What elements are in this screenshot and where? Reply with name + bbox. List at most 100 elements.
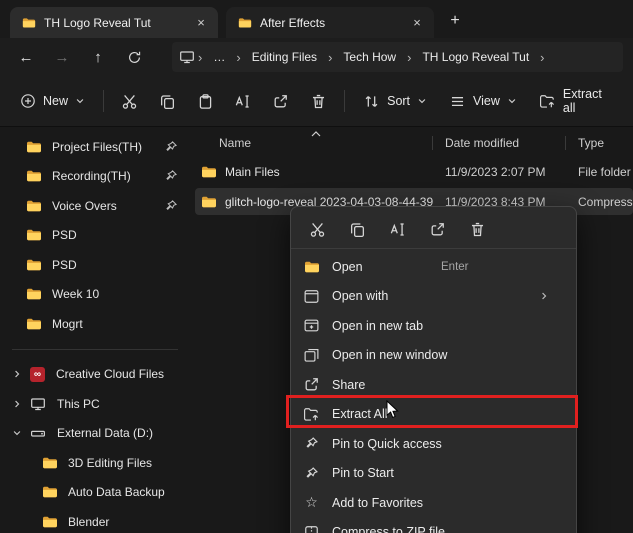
pin-icon <box>164 140 178 154</box>
delete-button[interactable] <box>300 84 336 118</box>
mouse-cursor-icon <box>386 400 399 419</box>
folder-icon <box>26 286 42 302</box>
breadcrumb-item-editing-files[interactable]: Editing Files <box>245 47 324 67</box>
menu-item-open-with[interactable]: Open with <box>291 282 576 312</box>
pin-glyph <box>304 436 319 451</box>
chevron-right-glyph <box>12 399 22 409</box>
chevron-down-icon[interactable] <box>10 426 24 440</box>
back-button[interactable]: ← <box>10 42 42 72</box>
chevron-right-icon[interactable] <box>10 367 24 381</box>
close-tab-icon[interactable]: × <box>192 14 210 32</box>
sidebar-item-week-10[interactable]: Week 10 <box>4 280 186 310</box>
copy-icon <box>159 93 176 110</box>
file-row-main-files[interactable]: Main Files 11/9/2023 2:07 PM File folder <box>195 158 633 185</box>
menu-item-open-in-new-tab[interactable]: Open in new tab <box>291 311 576 341</box>
sidebar-item-blender[interactable]: Blender <box>4 507 186 533</box>
menu-item-add-to-favorites[interactable]: ☆ Add to Favorites <box>291 488 576 518</box>
sidebar-item-label: 3D Editing Files <box>68 456 178 470</box>
file-explorer-window: TH Logo Reveal Tut × After Effects × + ←… <box>0 0 633 533</box>
command-bar: New Sort View <box>0 76 633 127</box>
sidebar-item-creative-cloud-files[interactable]: ∞ Creative Cloud Files <box>4 360 186 390</box>
sidebar-item-external-data-d[interactable]: External Data (D:) <box>4 419 186 449</box>
forward-button[interactable]: → <box>46 42 78 72</box>
close-tab-icon[interactable]: × <box>408 14 426 32</box>
navigation-pane: Project Files(TH) Recording(TH) Voice Ov… <box>0 128 190 533</box>
up-button[interactable]: ↑ <box>82 42 114 72</box>
new-window-glyph <box>303 347 320 364</box>
sidebar-item-psd-2[interactable]: PSD <box>4 250 186 280</box>
chevron-right-glyph <box>539 291 549 301</box>
tab-title: After Effects <box>260 16 400 30</box>
share-glyph <box>303 376 320 393</box>
breadcrumb-item-tech-how[interactable]: Tech How <box>336 47 403 67</box>
breadcrumb-separator: › <box>234 50 242 65</box>
sidebar-divider <box>12 349 178 350</box>
sidebar-item-voice-overs[interactable]: Voice Overs <box>4 191 186 221</box>
rename-button[interactable] <box>225 84 261 118</box>
sidebar-item-this-pc[interactable]: This PC <box>4 389 186 419</box>
breadcrumb-separator: › <box>405 50 413 65</box>
sort-button[interactable]: Sort <box>353 84 437 118</box>
tab-after-effects[interactable]: After Effects × <box>226 7 434 38</box>
column-header-date-modified[interactable]: Date modified <box>437 136 570 150</box>
share-button[interactable] <box>263 84 299 118</box>
menu-item-pin-to-quick-access[interactable]: Pin to Quick access <box>291 429 576 459</box>
menu-item-open-in-new-window[interactable]: Open in new window <box>291 341 576 371</box>
new-button[interactable]: New <box>10 84 95 118</box>
menu-item-compress-to-zip[interactable]: Compress to ZIP file <box>291 518 576 533</box>
file-date-cell: 11/9/2023 2:07 PM <box>437 165 570 179</box>
sidebar-item-3d-editing-files[interactable]: 3D Editing Files <box>4 448 186 478</box>
copy-button[interactable] <box>341 214 373 244</box>
menu-item-label: Open <box>332 260 363 274</box>
sidebar-item-mogrt[interactable]: Mogrt <box>4 309 186 339</box>
chevron-down-icon <box>75 96 85 106</box>
sidebar-item-psd-1[interactable]: PSD <box>4 221 186 251</box>
view-button[interactable]: View <box>439 84 527 118</box>
copy-button[interactable] <box>150 84 186 118</box>
column-header-type[interactable]: Type <box>570 136 633 150</box>
share-button[interactable] <box>421 214 453 244</box>
folder-icon <box>42 455 58 471</box>
chevron-right-glyph <box>12 369 22 379</box>
monitor-icon <box>179 49 195 65</box>
star-icon: ☆ <box>303 494 320 511</box>
new-window-icon <box>303 347 320 364</box>
open-with-glyph <box>303 288 320 305</box>
new-tab-icon <box>303 317 320 334</box>
rename-icon <box>389 221 406 238</box>
refresh-button[interactable] <box>118 42 150 72</box>
menu-item-label: Add to Favorites <box>332 496 423 510</box>
menu-item-pin-to-start[interactable]: Pin to Start <box>291 459 576 489</box>
column-divider <box>565 136 566 150</box>
breadcrumb-separator: › <box>326 50 334 65</box>
folder-icon <box>26 316 42 332</box>
this-pc-icon[interactable] <box>180 50 194 64</box>
cut-icon <box>121 93 138 110</box>
new-tab-button[interactable]: + <box>442 8 468 34</box>
sort-ascending-caret-icon <box>311 131 321 137</box>
folder-icon <box>26 257 42 273</box>
pin-glyph <box>304 466 319 481</box>
cut-button[interactable] <box>112 84 148 118</box>
context-menu-quick-actions <box>291 212 576 249</box>
extract-all-button[interactable]: Extract all <box>529 84 623 118</box>
menu-item-open[interactable]: Open Enter <box>291 252 576 282</box>
sidebar-item-auto-data-backup[interactable]: Auto Data Backup <box>4 478 186 508</box>
delete-button[interactable] <box>461 214 493 244</box>
paste-button[interactable] <box>187 84 223 118</box>
share-icon <box>303 376 320 393</box>
sidebar-item-project-files-th[interactable]: Project Files(TH) <box>4 132 186 162</box>
chevron-down-icon <box>507 96 517 106</box>
folder-icon <box>26 139 42 155</box>
column-header-name[interactable]: Name <box>195 136 437 150</box>
tab-bar: TH Logo Reveal Tut × After Effects × + <box>0 0 633 38</box>
copy-icon <box>349 221 366 238</box>
breadcrumb-item-th-logo-reveal-tut[interactable]: TH Logo Reveal Tut <box>415 47 536 67</box>
tab-th-logo-reveal-tut[interactable]: TH Logo Reveal Tut × <box>10 7 218 38</box>
breadcrumb-overflow[interactable]: … <box>206 47 232 67</box>
chevron-right-icon[interactable] <box>10 397 24 411</box>
chevron-down-icon <box>417 96 427 106</box>
cut-button[interactable] <box>301 214 333 244</box>
sidebar-item-recording-th[interactable]: Recording(TH) <box>4 162 186 192</box>
rename-button[interactable] <box>381 214 413 244</box>
